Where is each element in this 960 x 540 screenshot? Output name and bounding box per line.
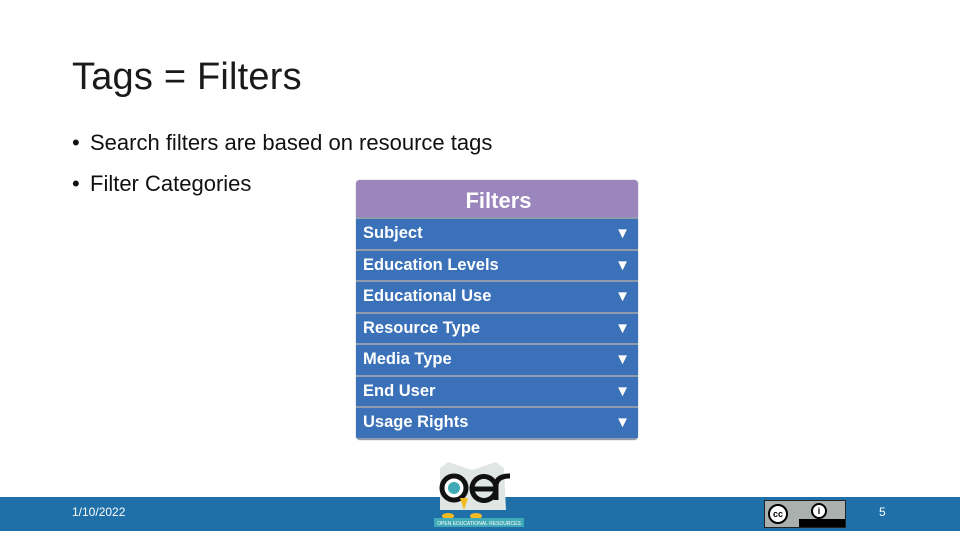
- logo-tagline: OPEN EDUCATIONAL RESOURCES: [437, 521, 521, 527]
- cc-icon: cc: [768, 504, 788, 524]
- filter-education-levels[interactable]: Education Levels ▼: [356, 250, 638, 280]
- filter-media-type[interactable]: Media Type ▼: [356, 345, 638, 375]
- slide-title: Tags = Filters: [72, 56, 302, 98]
- triangle-down-icon: ▼: [615, 319, 630, 337]
- attribution-icon: i: [811, 503, 827, 519]
- filter-resource-type[interactable]: Resource Type ▼: [356, 313, 638, 343]
- filter-subject[interactable]: Subject ▼: [356, 219, 638, 249]
- page-number: 5: [879, 505, 886, 519]
- filters-header: Filters: [356, 180, 638, 217]
- oer-owl-logo: OPEN EDUCATIONAL RESOURCES: [434, 462, 524, 527]
- filter-end-user[interactable]: End User ▼: [356, 376, 638, 406]
- filter-educational-use[interactable]: Educational Use ▼: [356, 282, 638, 312]
- triangle-down-icon: ▼: [615, 351, 630, 369]
- bullet-item: • Search filters are based on resource ta…: [72, 128, 492, 169]
- triangle-down-icon: ▼: [615, 288, 630, 306]
- triangle-down-icon: ▼: [615, 382, 630, 400]
- triangle-down-icon: ▼: [615, 414, 630, 432]
- bullet-dot: •: [72, 130, 80, 155]
- cc-by-license-icon: cc i: [764, 500, 846, 528]
- triangle-down-icon: ▼: [615, 256, 630, 274]
- triangle-down-icon: ▼: [615, 225, 630, 243]
- slide-date: 1/10/2022: [72, 505, 126, 519]
- filter-usage-rights[interactable]: Usage Rights ▼: [356, 408, 638, 438]
- filters-panel: Filters Subject ▼ Education Levels ▼ Educa…: [356, 180, 638, 440]
- bullet-dot: •: [72, 171, 80, 196]
